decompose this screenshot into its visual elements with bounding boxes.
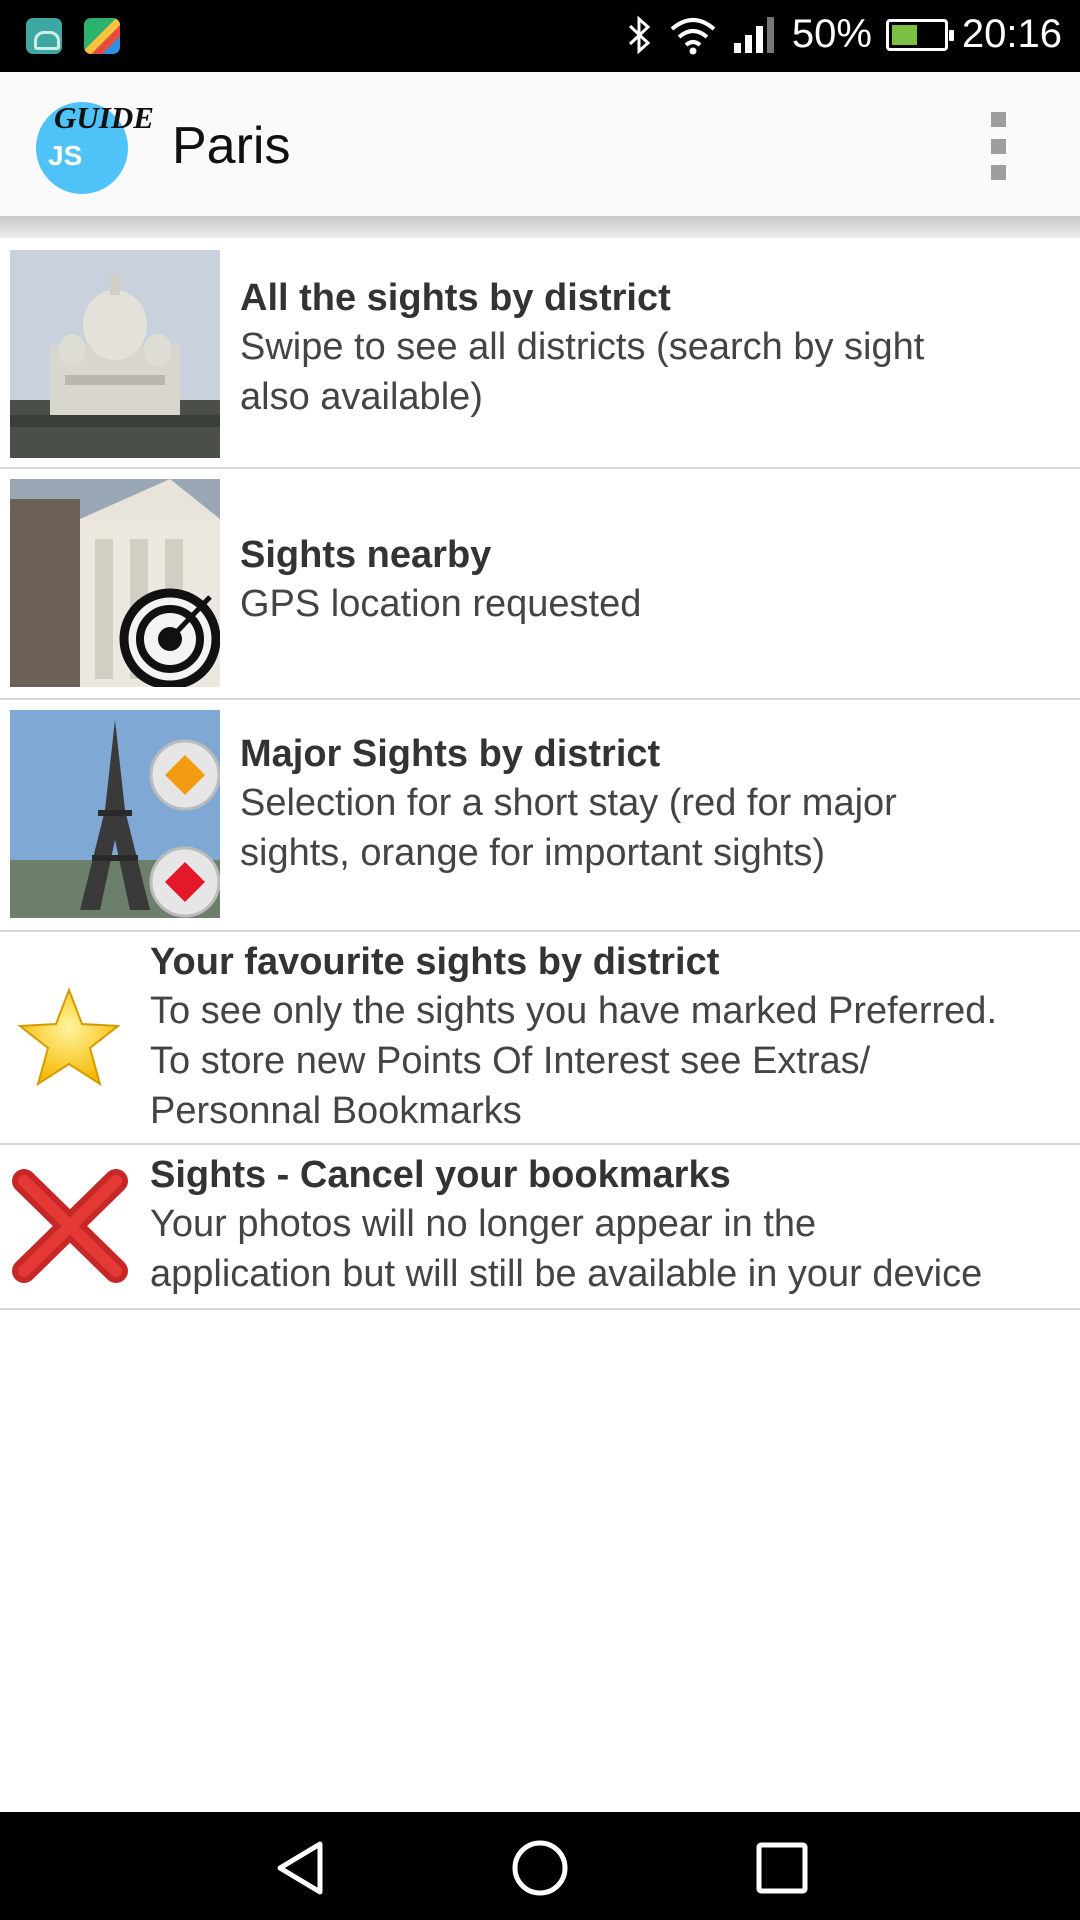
item-text: Sights - Cancel your bookmarks Your phot… [150, 1151, 1080, 1299]
item-subtitle-line: GPS location requested [240, 583, 642, 625]
back-button-icon[interactable] [272, 1840, 328, 1896]
item-subtitle-line: sights, orange for important sights) [240, 832, 826, 874]
item-subtitle-line: application but will still be available … [150, 1253, 983, 1295]
menu-dot-icon [990, 112, 1006, 127]
sacre-coeur-photo [10, 250, 220, 458]
list-item-major-sights[interactable]: Major Sights by district Selection for a… [0, 700, 1080, 932]
item-subtitle-line: Your photos will no longer appear in the [150, 1203, 817, 1245]
item-subtitle-line: also available) [240, 376, 483, 418]
item-subtitle-line: To see only the sights you have marked P… [150, 990, 998, 1032]
item-subtitle-line: Selection for a short stay (red for majo… [240, 782, 897, 824]
clock: 20:16 [961, 12, 1062, 56]
status-bar: 50% 20:16 [0, 0, 1080, 72]
battery-percent: 50% [791, 12, 872, 56]
logo-text-js: JS [48, 140, 83, 171]
navigation-bar [0, 1812, 1080, 1920]
page-title: Paris [172, 117, 291, 175]
recents-button-icon[interactable] [754, 1840, 810, 1896]
play-store-icon [84, 18, 120, 54]
item-text: Your favourite sights by district To see… [150, 938, 1080, 1136]
item-title: All the sights by district [240, 277, 671, 319]
wifi-icon [670, 17, 716, 54]
battery-fill [891, 24, 917, 45]
menu-dot-icon [990, 165, 1006, 180]
list-item-cancel-bookmarks[interactable]: Sights - Cancel your bookmarks Your phot… [0, 1145, 1080, 1310]
item-title: Major Sights by district [240, 733, 661, 775]
menu-list: All the sights by district Swipe to see … [0, 238, 1080, 1310]
item-title: Sights - Cancel your bookmarks [150, 1154, 731, 1196]
item-text: Major Sights by district Selection for a… [240, 730, 1080, 878]
app-logo[interactable]: GUIDE JS [36, 98, 160, 198]
android-icon [26, 18, 62, 54]
star-icon [14, 986, 124, 1090]
target-photo [10, 479, 220, 687]
battery-icon [885, 18, 954, 51]
notification-icons [26, 18, 120, 54]
item-title: Sights nearby [240, 534, 492, 576]
item-subtitle-line: Swipe to see all districts (search by si… [240, 326, 925, 368]
home-button-icon[interactable] [510, 1840, 570, 1896]
red-x-icon [10, 1167, 130, 1285]
menu-dot-icon [990, 138, 1006, 154]
logo-text-guide: GUIDE [54, 100, 154, 135]
list-item-all-sights[interactable]: All the sights by district Swipe to see … [0, 238, 1080, 469]
item-subtitle-line: To store new Points Of Interest see Extr… [150, 1040, 871, 1082]
item-text: Sights nearby GPS location requested [240, 531, 1080, 629]
item-title: Your favourite sights by district [150, 941, 720, 983]
list-item-sights-nearby[interactable]: Sights nearby GPS location requested [0, 469, 1080, 700]
item-subtitle-line: Personnal Bookmarks [150, 1090, 522, 1132]
bluetooth-icon [628, 15, 651, 54]
app-bar: GUIDE JS Paris [0, 72, 1080, 216]
signal-icon [733, 16, 774, 53]
status-indicators: 50% 20:16 [624, 12, 1062, 57]
overflow-menu-button[interactable] [978, 108, 1018, 184]
eiffel-tower-photo [10, 710, 220, 918]
app-bar-shadow [0, 216, 1080, 238]
item-text: All the sights by district Swipe to see … [240, 274, 1080, 422]
list-item-favourite-sights[interactable]: Your favourite sights by district To see… [0, 932, 1080, 1145]
